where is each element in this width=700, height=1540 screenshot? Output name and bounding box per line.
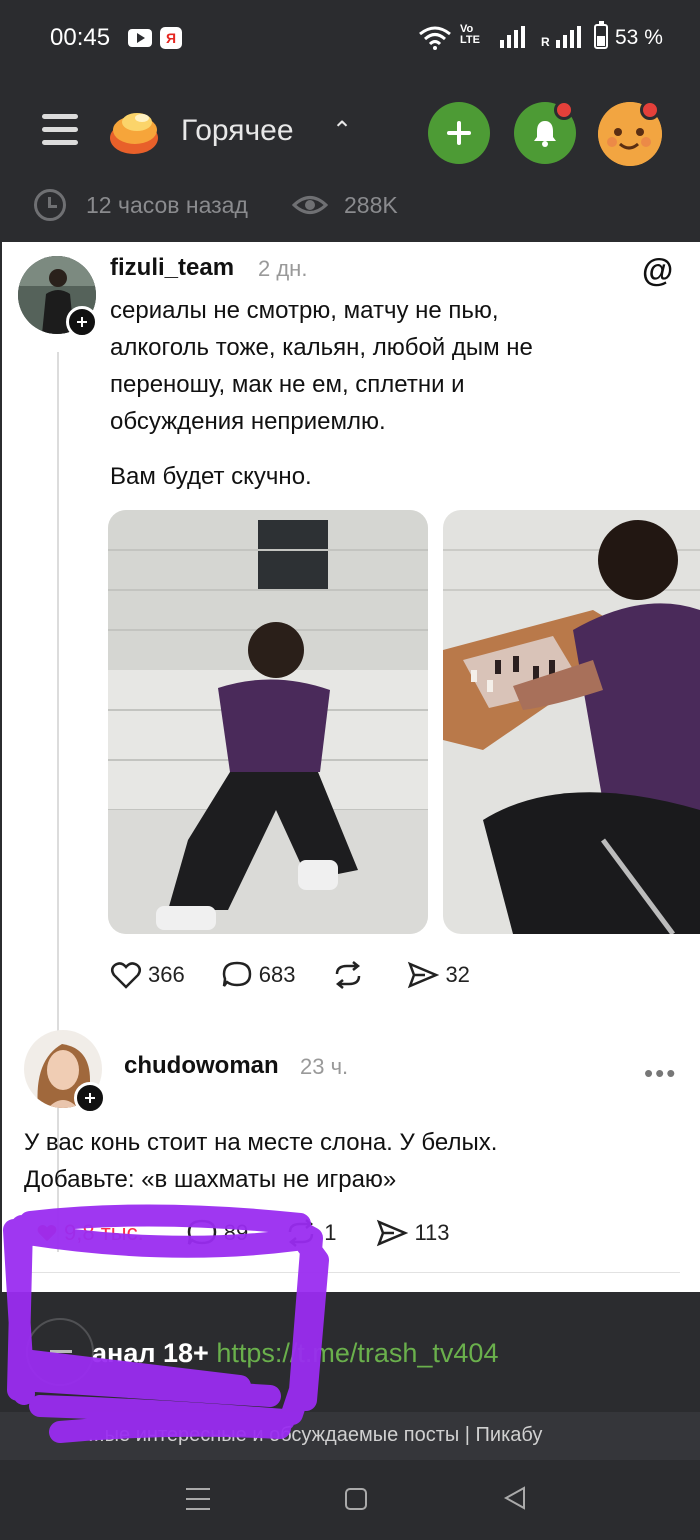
like-count: 366 [148,962,185,987]
share-count: 32 [445,962,470,987]
add-post-button[interactable] [428,102,490,164]
bell-icon [534,121,556,147]
post-text-2: Вам будет скучно. [110,463,312,490]
app-header: Горячее ⌃ [0,78,700,188]
share-button[interactable]: 32 [407,961,470,989]
more-options-icon[interactable]: ••• [644,1058,677,1089]
notification-dot [554,100,574,120]
reply-comment-button[interactable]: 89 [186,1218,248,1248]
divider [30,1272,680,1273]
collapse-minus-icon[interactable] [26,1318,94,1386]
threads-logo-icon: @ [642,252,674,288]
channel-label: анал 18+ [92,1338,209,1368]
post-time: 12 часов назад [86,192,248,218]
post-views: 288K [344,192,398,218]
thread-line [57,352,59,1252]
footer-text: ...ые интересные и обсуждаемые посты | П… [88,1424,543,1446]
reply-actions: 9,8 тыс. 89 1 113 [36,1218,450,1248]
post-text-line: сериалы не смотрю, матчу не пью, [110,297,499,324]
back-icon[interactable] [502,1485,528,1511]
reply-text-line: Добавьте: «в шахматы не играю» [24,1166,397,1193]
battery-icon [594,21,608,49]
reply-text: У вас конь стоит на месте слона. У белых… [24,1124,497,1198]
reply-like-button[interactable]: 9,8 тыс. [36,1220,144,1246]
status-time: 00:45 [50,24,111,51]
feed-title[interactable]: Горячее [181,114,294,148]
reply-share-button[interactable]: 113 [376,1219,450,1247]
photo-sitting[interactable] [108,510,428,934]
home-icon[interactable] [345,1488,367,1510]
comment-bubble-icon [222,961,251,987]
repost-button[interactable] [331,960,365,990]
send-icon [408,961,440,989]
hamburger-menu-icon[interactable] [42,114,78,148]
post-actions: 366 683 32 [110,960,470,990]
post-meta: 12 часов назад 288K [0,188,700,242]
reply-comment-count: 89 [223,1220,249,1245]
repost-icon [288,1219,314,1247]
volte-label: Vo LTE [460,23,480,46]
roaming-label: R [541,35,550,49]
eye-icon [292,196,328,214]
clock-icon [34,189,66,221]
comment-count: 683 [258,962,296,987]
photo-chess[interactable] [443,510,700,934]
status-bar: 00:45 Я Vo LTE R 53 % [0,0,700,78]
yandex-browser-icon: Я [160,27,182,49]
channel-row: анал 18+ https://t.me/trash_tv404 [0,1292,700,1412]
heart-icon [111,962,141,989]
channel-link[interactable]: https://t.me/trash_tv404 [216,1338,498,1368]
follow-plus-icon[interactable] [66,306,98,338]
chevron-up-icon[interactable]: ⌃ [332,116,352,145]
wifi-icon [419,26,451,50]
reply-age: 23 ч. [300,1054,349,1079]
comment-button[interactable]: 683 [221,960,296,990]
reply-repost-count: 1 [324,1220,337,1245]
pikabu-logo[interactable] [108,108,162,156]
signal-2-icon [556,26,581,48]
comment-bubble-icon [187,1219,216,1245]
post-author[interactable]: fizuli_team [110,254,234,282]
reply-share-count: 113 [414,1220,450,1245]
reply-repost-button[interactable]: 1 [284,1218,336,1248]
repost-icon [336,961,361,989]
post-text-line: обсуждения неприемлю. [110,408,386,435]
battery-percent: 53 % [615,26,663,49]
heart-filled-icon [37,1225,57,1242]
footer-strip: ...ые интересные и обсуждаемые посты | П… [0,1412,700,1460]
post-image-card: fizuli_team 2 дн. @ сериалы не смотрю, м… [2,242,700,1292]
signal-1-icon [500,26,525,48]
reply-text-line: У вас конь стоит на месте слона. У белых… [24,1129,498,1156]
system-nav-bar [0,1460,700,1540]
post-text-line: переношу, мак не ем, сплетни и [110,371,465,398]
reply-like-count: 9,8 тыс. [64,1220,144,1245]
reply-author[interactable]: chudowoman [124,1052,279,1080]
post-text: сериалы не смотрю, матчу не пью, алкогол… [110,292,533,440]
post-text-line: алкоголь тоже, кальян, любой дым не [110,334,533,361]
post-age: 2 дн. [258,256,308,281]
like-button[interactable]: 366 [110,961,185,989]
follow-plus-icon[interactable] [74,1082,106,1114]
channel-text: анал 18+ https://t.me/trash_tv404 [92,1338,498,1369]
profile-notification-dot [640,100,660,120]
recent-apps-icon[interactable] [186,1488,210,1518]
send-icon [377,1219,409,1247]
youtube-icon [128,29,152,47]
